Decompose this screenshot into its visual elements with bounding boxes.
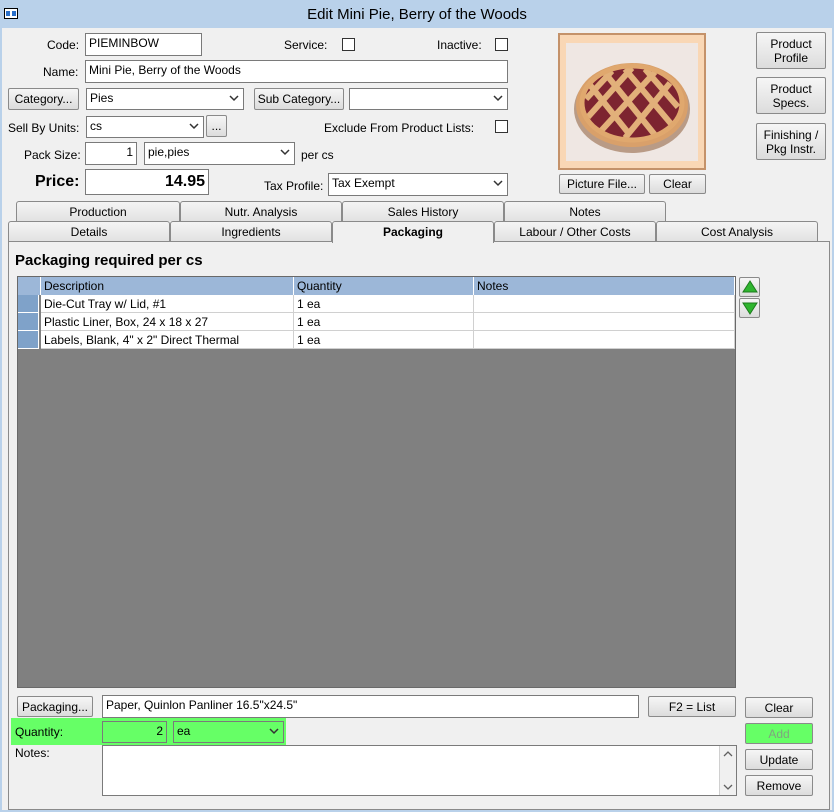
- cell-notes[interactable]: [474, 331, 735, 349]
- exclude-checkbox[interactable]: [495, 120, 508, 133]
- chevron-down-icon: [493, 180, 503, 187]
- sell-by-units-select[interactable]: cs: [86, 116, 204, 138]
- quantity-unit-value: ea: [177, 724, 191, 738]
- column-header-quantity[interactable]: Quantity: [294, 277, 474, 295]
- table-row[interactable]: Plastic Liner, Box, 24 x 18 x 27 1 ea: [18, 313, 735, 331]
- chevron-down-icon: [189, 123, 199, 130]
- tax-profile-label: Tax Profile:: [264, 179, 324, 193]
- product-picture-frame[interactable]: [558, 33, 706, 170]
- tab-cost-analysis[interactable]: Cost Analysis: [656, 221, 818, 241]
- code-field[interactable]: PIEMINBOW: [85, 33, 202, 56]
- cell-description[interactable]: Labels, Blank, 4" x 2" Direct Thermal: [41, 331, 294, 349]
- add-button[interactable]: Add: [745, 723, 813, 744]
- cell-notes[interactable]: [474, 313, 735, 331]
- row-selector[interactable]: [18, 295, 39, 313]
- pack-unit-value: pie,pies: [148, 145, 190, 159]
- packaging-section-title: Packaging required per cs: [15, 252, 203, 269]
- price-label: Price:: [35, 173, 80, 190]
- chevron-down-icon: [229, 95, 239, 102]
- chevron-down-icon: [269, 728, 279, 735]
- name-field[interactable]: Mini Pie, Berry of the Woods: [85, 60, 508, 83]
- arrow-down-icon: [741, 302, 758, 315]
- chevron-down-icon: [493, 95, 503, 102]
- tab-ingredients[interactable]: Ingredients: [170, 221, 332, 241]
- packaging-button[interactable]: Packaging...: [17, 696, 93, 717]
- pie-image: [566, 43, 698, 161]
- remove-button[interactable]: Remove: [745, 775, 813, 796]
- sub-category-select[interactable]: [349, 88, 508, 110]
- service-label: Service:: [284, 38, 328, 52]
- tab-production[interactable]: Production: [16, 201, 180, 221]
- table-row[interactable]: Labels, Blank, 4" x 2" Direct Thermal 1 …: [18, 331, 735, 349]
- clear-button[interactable]: Clear: [745, 697, 813, 718]
- picture-clear-button[interactable]: Clear: [649, 174, 706, 194]
- column-header-description[interactable]: Description: [41, 277, 294, 295]
- tab-labour-other-costs[interactable]: Labour / Other Costs: [494, 221, 656, 241]
- notes-scrollbar[interactable]: [719, 746, 736, 795]
- quantity-label: Quantity:: [15, 725, 64, 739]
- inactive-checkbox[interactable]: [495, 38, 508, 51]
- exclude-label: Exclude From Product Lists:: [324, 121, 475, 135]
- pack-unit-select[interactable]: pie,pies: [144, 142, 295, 165]
- cell-notes[interactable]: [474, 295, 735, 313]
- tax-profile-select[interactable]: Tax Exempt: [328, 173, 508, 196]
- finishing-pkg-instr-button[interactable]: Finishing / Pkg Instr.: [756, 123, 826, 160]
- arrow-up-icon: [741, 280, 758, 293]
- tab-sales-history[interactable]: Sales History: [342, 201, 504, 221]
- product-specs-button[interactable]: Product Specs.: [756, 77, 826, 114]
- update-button[interactable]: Update: [745, 749, 813, 770]
- move-down-button[interactable]: [739, 298, 760, 318]
- notes-label: Notes:: [15, 746, 50, 760]
- packaging-panel: Packaging required per cs Description Qu…: [8, 241, 830, 810]
- packaging-grid: Description Quantity Notes Die-Cut Tray …: [17, 276, 736, 688]
- cell-quantity[interactable]: 1 ea: [294, 313, 474, 331]
- tab-details[interactable]: Details: [8, 221, 170, 241]
- list-button[interactable]: F2 = List: [648, 696, 736, 717]
- category-select[interactable]: Pies: [86, 88, 244, 110]
- title-bar[interactable]: Edit Mini Pie, Berry of the Woods: [0, 0, 834, 28]
- product-profile-button[interactable]: Product Profile: [756, 32, 826, 69]
- tab-packaging[interactable]: Packaging: [332, 221, 494, 243]
- table-row[interactable]: Die-Cut Tray w/ Lid, #1 1 ea: [18, 295, 735, 313]
- category-value: Pies: [90, 91, 114, 105]
- pack-size-label: Pack Size:: [24, 148, 81, 162]
- chevron-down-icon: [280, 149, 290, 156]
- quantity-unit-select[interactable]: ea: [173, 721, 284, 743]
- cell-quantity[interactable]: 1 ea: [294, 331, 474, 349]
- edit-product-window: Edit Mini Pie, Berry of the Woods Code: …: [0, 0, 834, 812]
- row-selector[interactable]: [18, 331, 39, 349]
- move-up-button[interactable]: [739, 277, 760, 297]
- tax-profile-value: Tax Exempt: [332, 176, 395, 190]
- notes-textarea[interactable]: [102, 745, 737, 796]
- sub-category-button[interactable]: Sub Category...: [254, 88, 344, 110]
- cell-quantity[interactable]: 1 ea: [294, 295, 474, 313]
- inactive-label: Inactive:: [437, 38, 482, 52]
- sell-by-units-value: cs: [90, 119, 102, 133]
- picture-file-button[interactable]: Picture File...: [559, 174, 645, 194]
- form-body: Code: PIEMINBOW Service: Inactive: Name:…: [2, 28, 832, 810]
- code-label: Code:: [47, 38, 80, 52]
- scroll-up-icon: [723, 751, 733, 757]
- units-ellipsis-button[interactable]: ...: [206, 115, 227, 137]
- tab-nutr-analysis[interactable]: Nutr. Analysis: [180, 201, 342, 221]
- window-title: Edit Mini Pie, Berry of the Woods: [307, 6, 527, 23]
- column-header-notes[interactable]: Notes: [474, 277, 735, 295]
- per-unit-label: per cs: [301, 148, 334, 162]
- cell-description[interactable]: Plastic Liner, Box, 24 x 18 x 27: [41, 313, 294, 331]
- quantity-field[interactable]: 2: [102, 721, 167, 743]
- row-selector[interactable]: [18, 313, 39, 331]
- pack-size-field[interactable]: 1: [85, 142, 137, 165]
- category-button[interactable]: Category...: [8, 88, 79, 110]
- tab-notes[interactable]: Notes: [504, 201, 666, 221]
- price-field[interactable]: 14.95: [85, 169, 209, 195]
- scroll-down-icon: [723, 784, 733, 790]
- packaging-field[interactable]: Paper, Quinlon Panliner 16.5"x24.5": [102, 695, 639, 718]
- cell-description[interactable]: Die-Cut Tray w/ Lid, #1: [41, 295, 294, 313]
- grid-corner: [18, 277, 41, 295]
- service-checkbox[interactable]: [342, 38, 355, 51]
- sell-by-units-label: Sell By Units:: [8, 121, 80, 135]
- name-label: Name:: [43, 65, 79, 79]
